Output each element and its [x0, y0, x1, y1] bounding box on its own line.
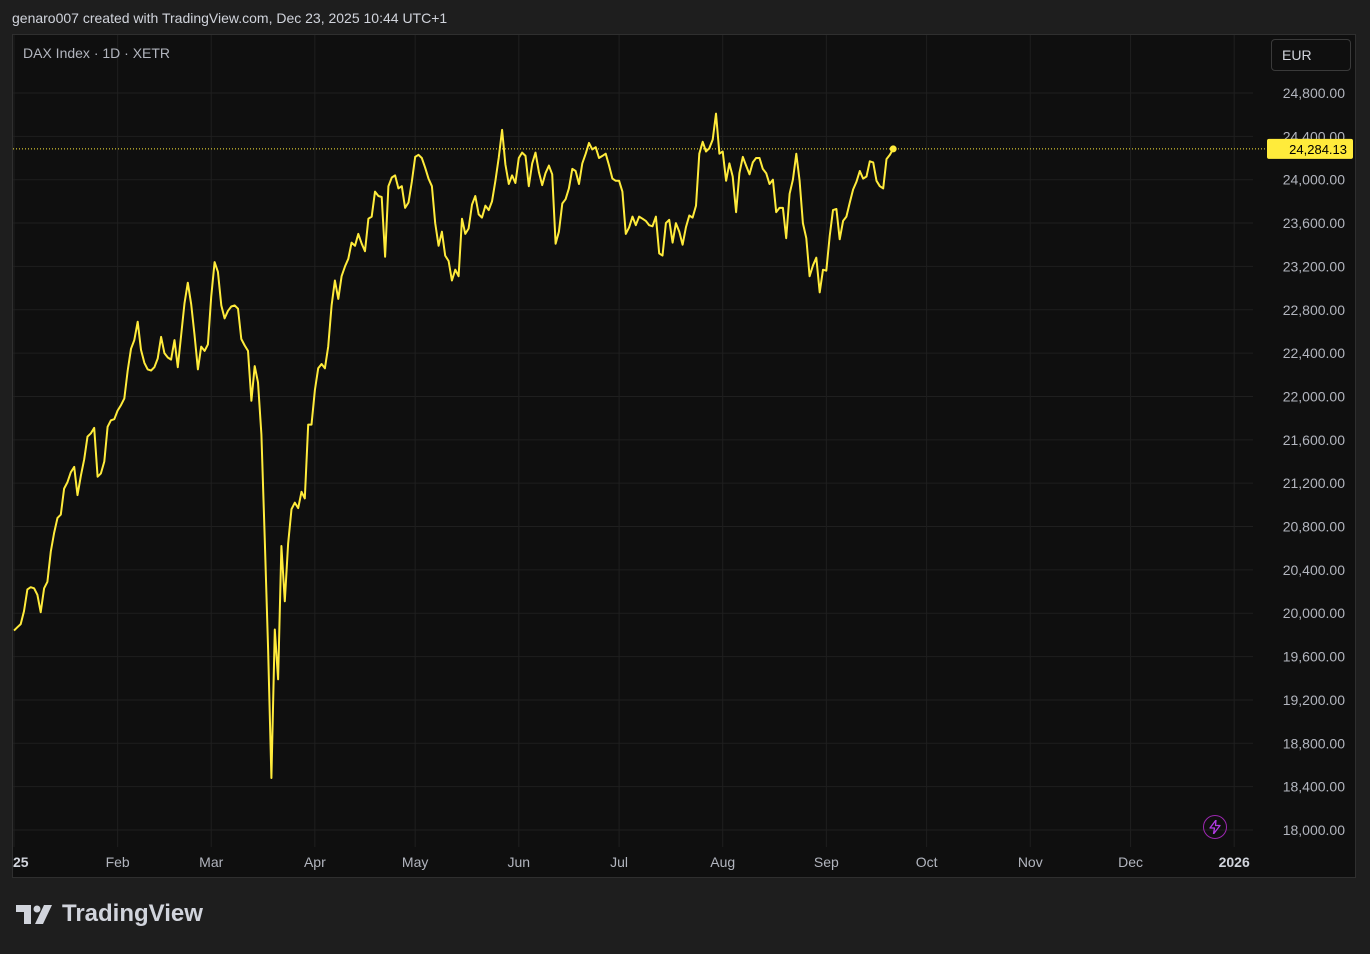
x-tick-label: Mar: [199, 854, 223, 870]
x-tick-label: 2026: [1219, 854, 1250, 870]
y-tick-label: 18,400.00: [1283, 779, 1345, 795]
attribution-text: genaro007 created with TradingView.com, …: [12, 10, 448, 26]
tradingview-logo-icon: [16, 905, 52, 924]
tradingview-logo[interactable]: TradingView: [16, 900, 203, 928]
tradingview-snapshot: genaro007 created with TradingView.com, …: [0, 0, 1370, 954]
y-tick-label: 21,600.00: [1283, 432, 1345, 448]
x-tick-label: Sep: [814, 854, 839, 870]
currency-button[interactable]: EUR: [1271, 39, 1351, 71]
x-tick-label: Apr: [304, 854, 326, 870]
x-tick-label: Feb: [106, 854, 130, 870]
last-price-point: [889, 145, 897, 153]
price-series-line: [13, 112, 895, 779]
x-tick-label: Dec: [1118, 854, 1143, 870]
y-tick-label: 21,200.00: [1283, 475, 1345, 491]
y-tick-label: 24,800.00: [1283, 85, 1345, 101]
y-tick-label: 20,800.00: [1283, 519, 1345, 535]
y-tick-label: 22,400.00: [1283, 345, 1345, 361]
time-axis[interactable]: 25 Feb Mar Apr May Jun Jul Aug Sep Oct Nov Dec 2026: [13, 854, 1250, 870]
x-tick-label: Jun: [508, 854, 531, 870]
last-price-label: 24,284.13: [1289, 142, 1347, 157]
y-tick-label: 20,000.00: [1283, 605, 1345, 621]
lightning-bolt-shape: [1209, 820, 1221, 834]
y-tick-label: 24,000.00: [1283, 172, 1345, 188]
y-tick-label: 20,400.00: [1283, 562, 1345, 578]
x-tick-label: Nov: [1018, 854, 1043, 870]
grid-lines: [13, 35, 1253, 847]
x-tick-label: Aug: [710, 854, 735, 870]
y-tick-label: 22,800.00: [1283, 302, 1345, 318]
y-tick-label: 19,600.00: [1283, 649, 1345, 665]
price-chart[interactable]: 18,000.00 18,400.00 18,800.00 19,200.00 19,6…: [13, 35, 1357, 879]
price-axis[interactable]: 18,000.00 18,400.00 18,800.00 19,200.00 19,6…: [1283, 85, 1345, 838]
y-tick-label: 22,000.00: [1283, 388, 1345, 404]
x-tick-label: May: [402, 854, 428, 870]
y-tick-label: 18,000.00: [1283, 822, 1345, 838]
y-tick-label: 19,200.00: [1283, 692, 1345, 708]
x-tick-label: Oct: [916, 854, 938, 870]
symbol-label: DAX Index · 1D · XETR: [23, 45, 171, 61]
y-tick-label: 18,800.00: [1283, 735, 1345, 751]
tradingview-brand-text: TradingView: [62, 900, 203, 927]
lightning-icon[interactable]: [1203, 815, 1227, 839]
y-tick-label: 23,600.00: [1283, 215, 1345, 231]
x-tick-label: Jul: [610, 854, 628, 870]
y-tick-label: 23,200.00: [1283, 258, 1345, 274]
last-price-tag: 24,284.13: [1267, 138, 1353, 159]
x-tick-label: 25: [13, 854, 29, 870]
chart-panel[interactable]: 18,000.00 18,400.00 18,800.00 19,200.00 19,6…: [12, 34, 1356, 878]
